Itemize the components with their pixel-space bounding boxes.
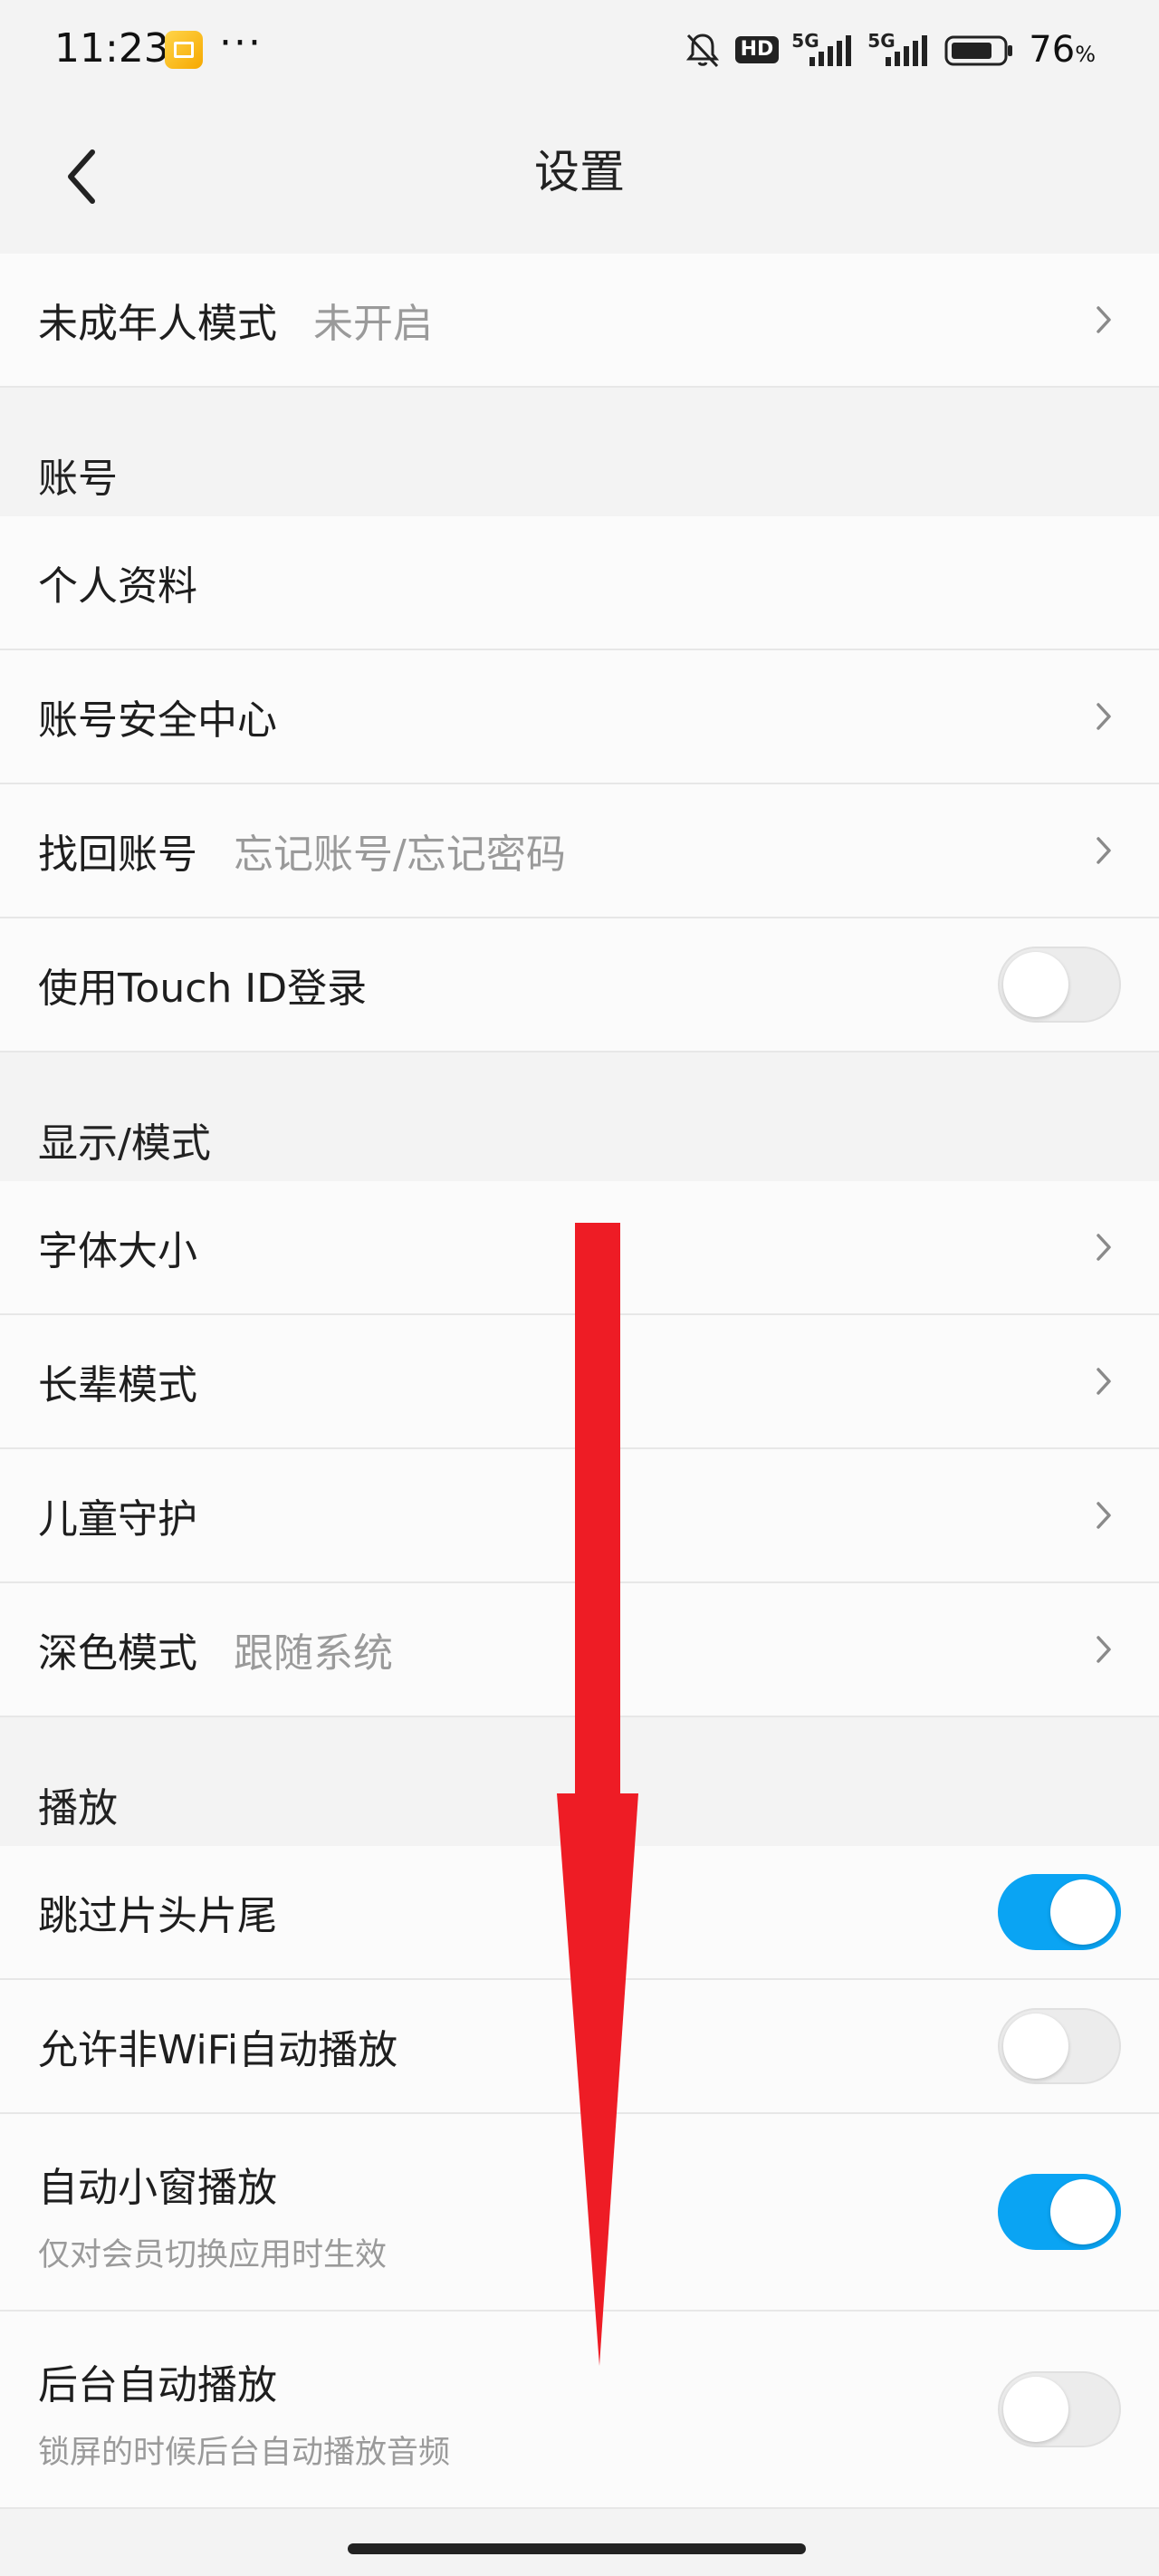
setting-profile[interactable]: 个人资料 — [0, 516, 1159, 650]
section-title: 账号 — [38, 456, 118, 502]
section-header-playback: 播放 — [0, 1717, 1159, 1846]
setting-skip-intro: 跳过片头片尾 — [0, 1846, 1159, 1980]
signal-5g-icon: 5G — [791, 30, 855, 70]
home-indicator[interactable] — [348, 2543, 806, 2554]
section-title: 播放 — [38, 1785, 118, 1831]
setting-label: 找回账号 忘记账号/忘记密码 — [38, 831, 566, 878]
setting-auto-pip: 自动小窗播放 仅对会员切换应用时生效 — [0, 2114, 1159, 2312]
page-title: 设置 — [534, 146, 625, 198]
notes-app-icon — [165, 31, 203, 69]
skip-intro-toggle[interactable] — [998, 1874, 1121, 1950]
toggle-knob — [1003, 2014, 1068, 2079]
non-wifi-autoplay-toggle[interactable] — [998, 2008, 1121, 2084]
chevron-right-icon — [1097, 1368, 1111, 1395]
battery-icon — [943, 30, 1016, 70]
setting-label: 儿童守护 — [38, 1496, 197, 1543]
setting-label: 自动小窗播放 — [38, 2165, 277, 2211]
setting-label: 个人资料 — [38, 563, 197, 610]
toggle-knob — [1003, 2377, 1068, 2442]
setting-label: 长辈模式 — [38, 1362, 197, 1408]
setting-non-wifi-autoplay: 允许非WiFi自动播放 — [0, 1980, 1159, 2114]
setting-label: 未成年人模式 未开启 — [38, 301, 433, 347]
section-title: 显示/模式 — [38, 1120, 211, 1167]
setting-label: 账号安全中心 — [38, 697, 277, 744]
setting-label: 使用Touch ID登录 — [38, 966, 368, 1012]
setting-label: 跳过片头片尾 — [38, 1893, 277, 1939]
setting-value: 未开启 — [313, 301, 433, 347]
setting-label: 字体大小 — [38, 1228, 197, 1274]
chevron-right-icon — [1097, 306, 1111, 333]
setting-touch-id: 使用Touch ID登录 — [0, 918, 1159, 1053]
setting-label: 深色模式 跟随系统 — [38, 1630, 393, 1677]
status-icons: HD 5G 5G 76% — [683, 25, 1096, 74]
chevron-right-icon — [1097, 1234, 1111, 1261]
setting-elder-mode[interactable]: 长辈模式 — [0, 1315, 1159, 1449]
nav-header: 设置 — [0, 100, 1159, 254]
setting-minor-mode[interactable]: 未成年人模式 未开启 — [0, 254, 1159, 388]
setting-dark-mode[interactable]: 深色模式 跟随系统 — [0, 1583, 1159, 1717]
chevron-right-icon — [1097, 1636, 1111, 1663]
touch-id-toggle[interactable] — [998, 947, 1121, 1023]
setting-value: 忘记账号/忘记密码 — [234, 831, 566, 878]
signal-5g-icon-2: 5G — [867, 30, 931, 70]
toggle-knob — [1050, 2179, 1116, 2244]
auto-pip-toggle[interactable] — [998, 2174, 1121, 2250]
setting-background-play: 后台自动播放 锁屏的时候后台自动播放音频 — [0, 2312, 1159, 2509]
setting-child-guard[interactable]: 儿童守护 — [0, 1449, 1159, 1583]
background-play-toggle[interactable] — [998, 2371, 1121, 2447]
status-time: 11:23 — [54, 25, 169, 72]
bell-muted-icon — [683, 30, 723, 70]
setting-description: 仅对会员切换应用时生效 — [38, 2237, 388, 2273]
setting-label: 后台自动播放 — [38, 2362, 277, 2408]
setting-account-security[interactable]: 账号安全中心 — [0, 650, 1159, 784]
setting-label: 允许非WiFi自动播放 — [38, 2027, 398, 2073]
more-notifications-icon: ··· — [219, 20, 263, 66]
settings-list: 未成年人模式 未开启 账号 个人资料 账号安全中心 找回账号 忘记账号/忘记密码 使… — [0, 254, 1159, 2509]
chevron-right-icon — [1097, 703, 1111, 730]
hd-voice-icon: HD — [734, 36, 780, 63]
chevron-right-icon — [1097, 837, 1111, 864]
section-header-account: 账号 — [0, 388, 1159, 516]
setting-font-size[interactable]: 字体大小 — [0, 1181, 1159, 1315]
toggle-knob — [1003, 952, 1068, 1017]
chevron-right-icon — [1097, 1502, 1111, 1529]
battery-percent: 76% — [1029, 29, 1096, 71]
setting-description: 锁屏的时候后台自动播放音频 — [38, 2435, 451, 2471]
toggle-knob — [1050, 1879, 1116, 1945]
setting-value: 跟随系统 — [234, 1630, 393, 1677]
status-bar: 11:23 ··· HD 5G 5G 76% — [0, 0, 1159, 100]
section-header-display: 显示/模式 — [0, 1053, 1159, 1181]
setting-recover-account[interactable]: 找回账号 忘记账号/忘记密码 — [0, 784, 1159, 918]
